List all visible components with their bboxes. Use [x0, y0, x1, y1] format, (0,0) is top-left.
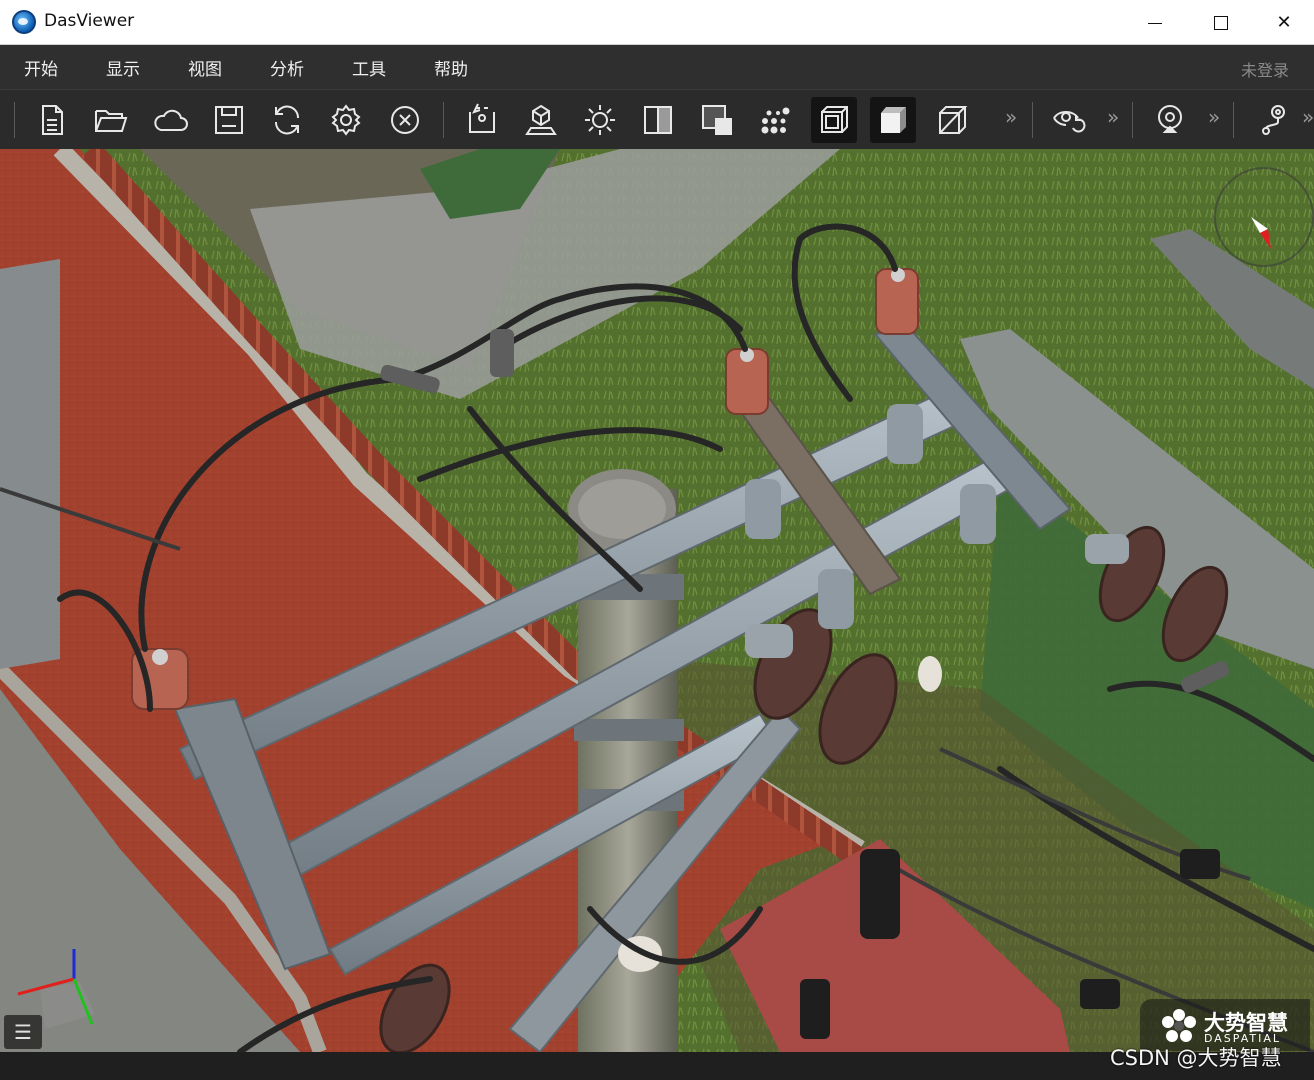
panel-toggle-button[interactable]: ☰	[4, 1015, 42, 1049]
point-cloud-button[interactable]	[752, 97, 798, 143]
locate-button[interactable]	[459, 97, 505, 143]
brand-flower-icon	[1162, 1009, 1196, 1042]
toolbar-separator	[1132, 102, 1133, 138]
menu-tools[interactable]: 工具	[352, 55, 386, 80]
close-circle-icon	[391, 106, 419, 134]
maximize-icon	[1214, 16, 1228, 30]
minimize-button[interactable]	[1122, 0, 1188, 45]
settings-button[interactable]	[323, 97, 369, 143]
menu-view[interactable]: 视图	[188, 55, 222, 80]
location-button[interactable]	[1147, 97, 1193, 143]
eye-rotate-icon	[1053, 111, 1086, 133]
point-cloud-icon	[761, 107, 790, 134]
outline-button[interactable]	[929, 97, 975, 143]
app-logo-icon	[12, 10, 36, 34]
solid-button[interactable]	[870, 97, 916, 143]
route-button[interactable]	[1249, 97, 1295, 143]
outline-cube-icon	[939, 106, 968, 134]
settings-icon	[331, 104, 361, 136]
wireframe-cube-icon	[821, 106, 848, 133]
save-button[interactable]	[206, 97, 252, 143]
toolbar-separator	[443, 102, 444, 138]
refresh-button[interactable]	[264, 97, 310, 143]
new-button[interactable]	[29, 97, 75, 143]
menu-display[interactable]: 显示	[106, 55, 140, 80]
route-icon	[1262, 105, 1285, 135]
3d-viewport[interactable]: ☰ 大势智慧 DASPATIAL	[0, 149, 1314, 1052]
refresh-icon	[274, 105, 300, 135]
wireframe-button[interactable]	[811, 97, 857, 143]
cloud-button[interactable]	[147, 97, 193, 143]
edl-button[interactable]	[694, 97, 740, 143]
locate-icon	[469, 103, 495, 133]
open-button[interactable]	[88, 97, 134, 143]
toolbar-separator	[14, 102, 15, 138]
split-view-icon	[644, 106, 672, 134]
scene-render[interactable]	[0, 149, 1314, 1052]
more-button[interactable]: »	[1302, 105, 1314, 129]
location-pin-icon	[1158, 105, 1182, 133]
split-view-button[interactable]	[635, 97, 681, 143]
login-status[interactable]: 未登录	[1241, 57, 1289, 81]
toolbar-separator	[1032, 102, 1033, 138]
menu-bar: 开始 显示 视图 分析 工具 帮助 未登录	[0, 45, 1314, 89]
app-title: DasViewer	[44, 11, 135, 31]
minimize-icon	[1148, 22, 1162, 24]
light-icon	[585, 105, 615, 135]
view-rotate-button[interactable]	[1046, 97, 1092, 143]
light-button[interactable]	[577, 97, 623, 143]
open-folder-icon	[95, 110, 128, 132]
more-button[interactable]: »	[1005, 105, 1017, 129]
more-button[interactable]: »	[1107, 105, 1119, 129]
maximize-button[interactable]	[1188, 0, 1254, 45]
close-button[interactable]: ✕	[1254, 0, 1314, 45]
watermark: CSDN @大势智慧	[1110, 1046, 1282, 1070]
menu-help[interactable]: 帮助	[434, 55, 468, 80]
edl-icon	[702, 105, 732, 135]
terrain-button[interactable]	[518, 97, 564, 143]
close-model-button[interactable]	[382, 97, 428, 143]
title-bar: DasViewer ✕	[0, 0, 1314, 45]
compass-icon[interactable]	[1214, 167, 1314, 267]
cloud-icon	[154, 109, 188, 131]
more-button[interactable]: »	[1208, 105, 1220, 129]
menu-analysis[interactable]: 分析	[270, 55, 304, 80]
toolbar-separator	[1233, 102, 1234, 138]
toolbar: » » » »	[0, 89, 1314, 149]
terrain-model-icon	[525, 104, 557, 135]
solid-cube-icon	[881, 107, 906, 133]
new-file-icon	[42, 105, 63, 135]
save-icon	[215, 106, 243, 134]
menu-start[interactable]: 开始	[24, 55, 58, 80]
